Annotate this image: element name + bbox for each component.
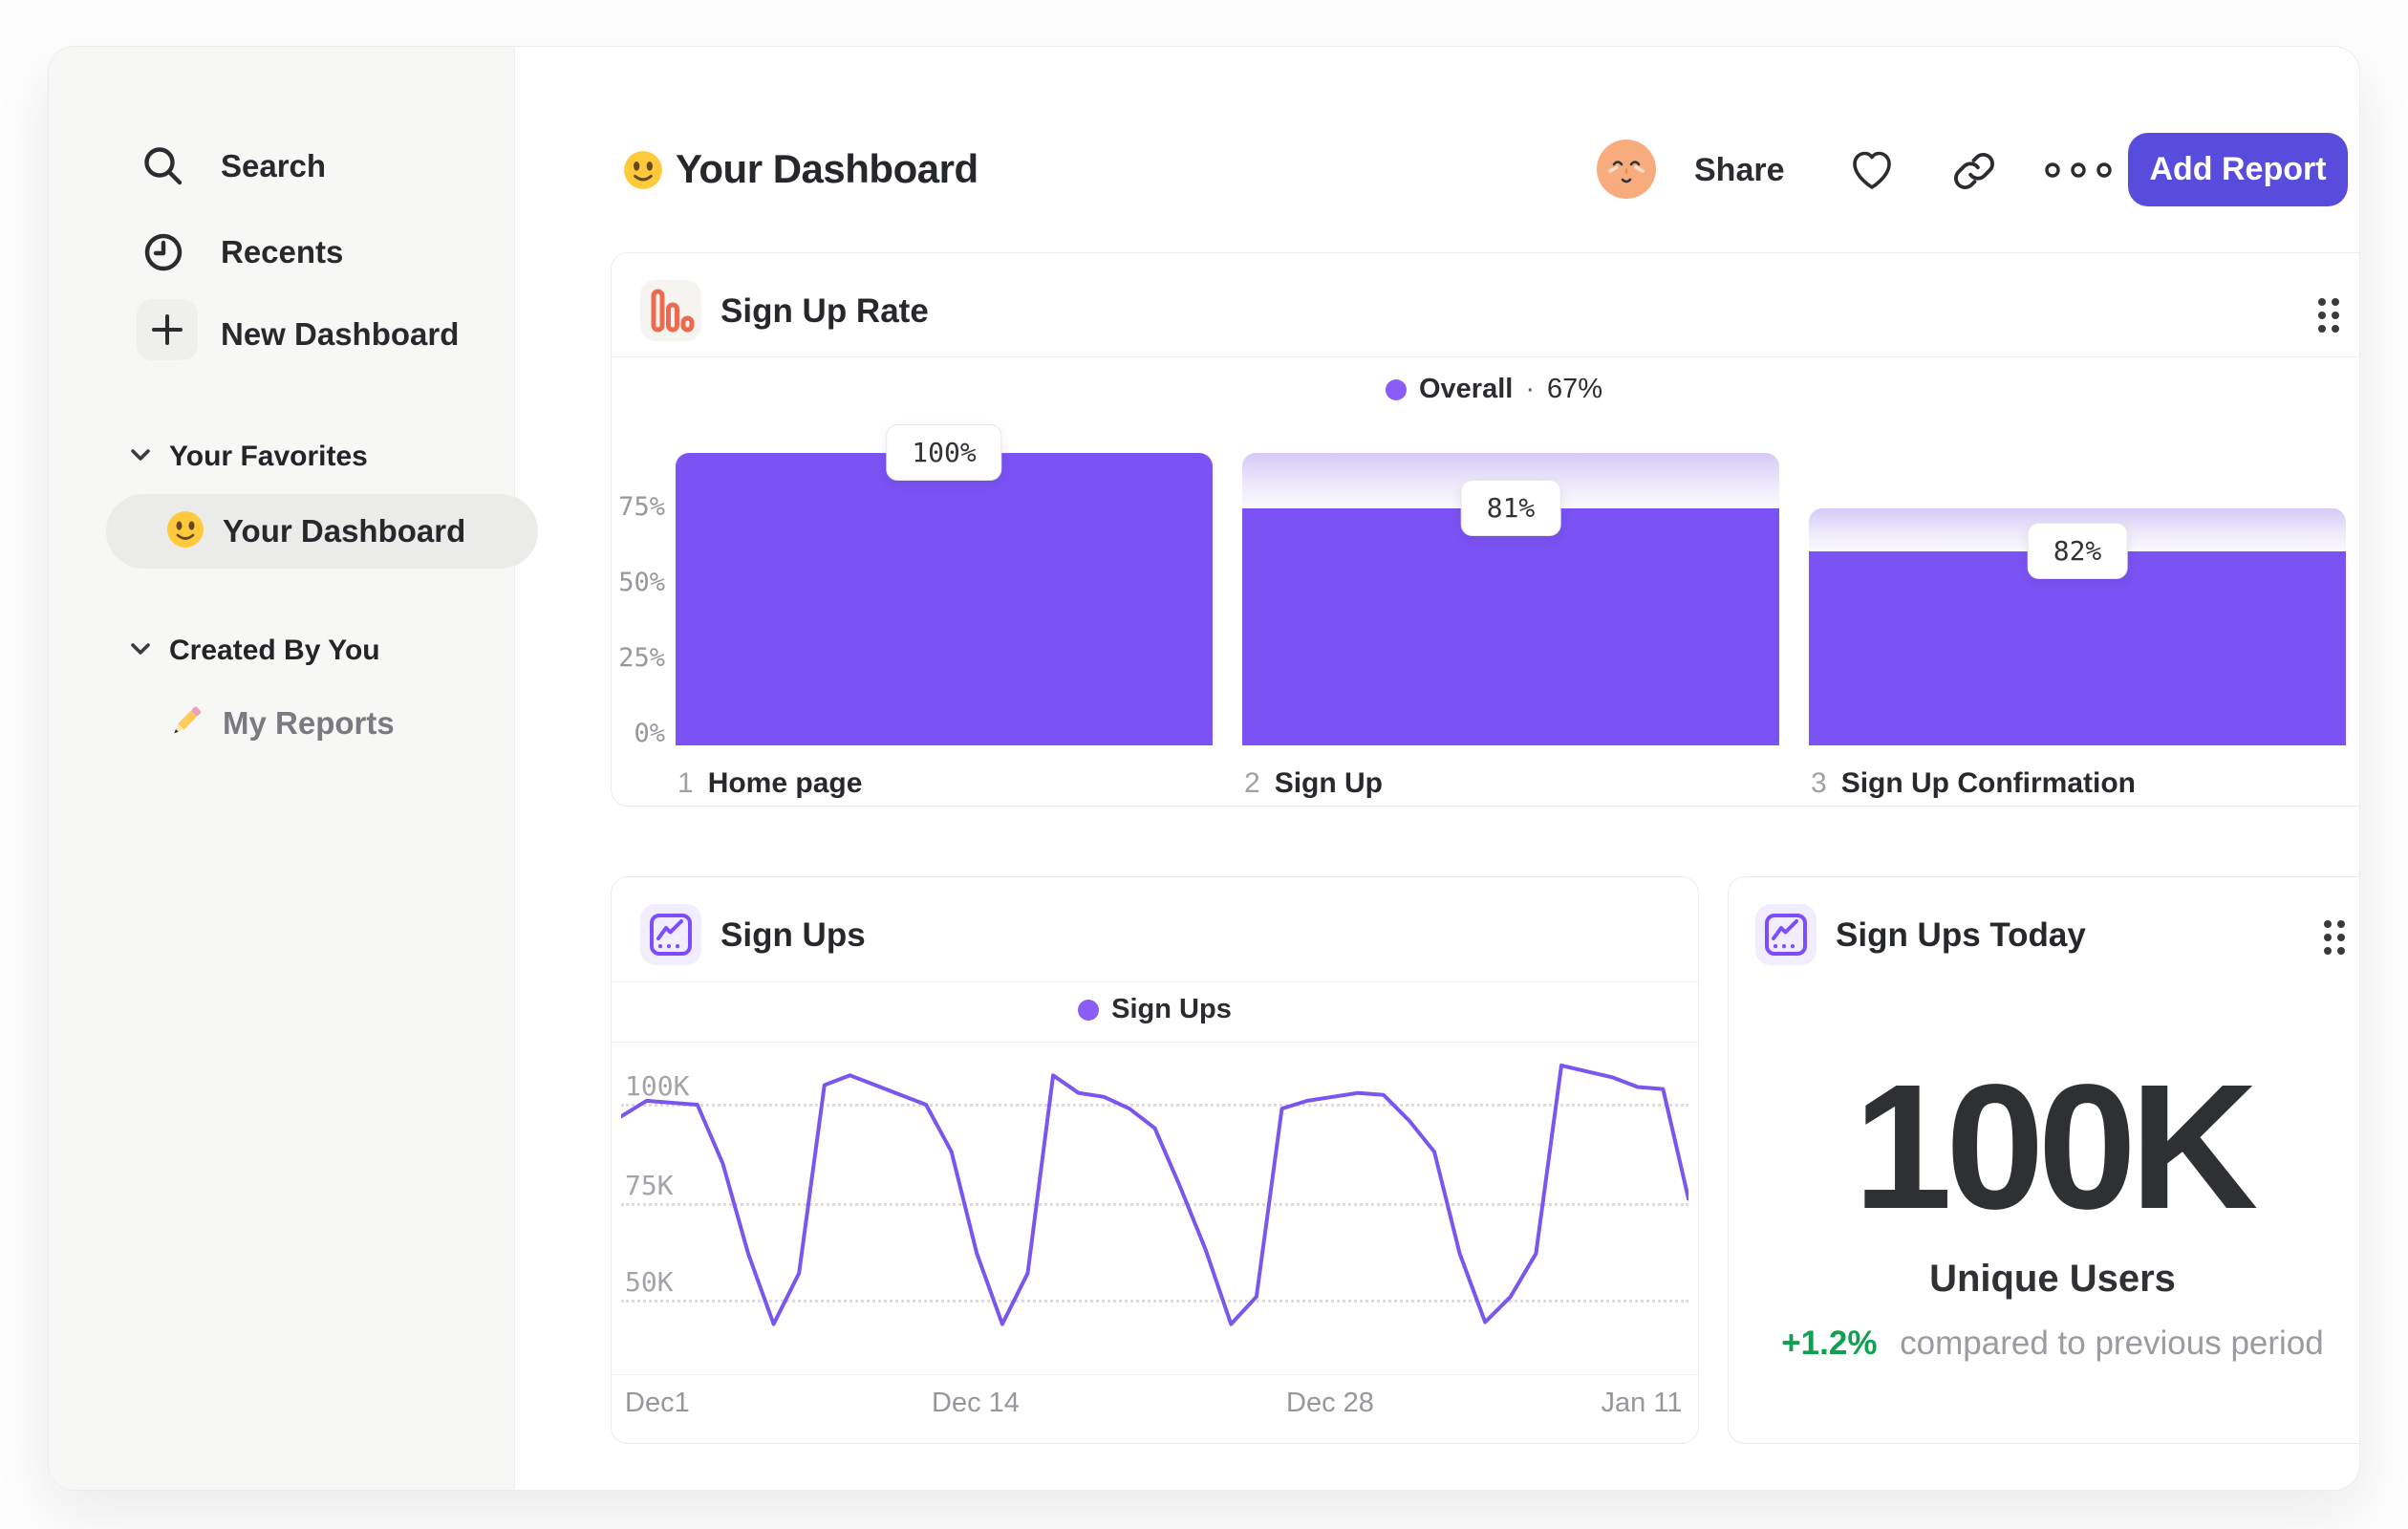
y-axis-tick: 0% [634, 719, 665, 748]
funnel-bar-home-page[interactable] [676, 453, 1213, 745]
funnel-legend[interactable]: Overall · 67% [612, 374, 2359, 405]
legend-value: 67% [1546, 374, 1603, 404]
signup-rate-card: Sign Up Rate Overall · 67% 75% 50% 25% 0… [611, 252, 2359, 807]
signups-card: Sign Ups Sign Ups 100K 75K 50K Dec1 Dec … [611, 876, 1699, 1444]
chevron-down-icon [129, 447, 152, 467]
sidebar-item-my-reports[interactable]: My Reports [165, 699, 395, 748]
y-axis-tick: 25% [618, 643, 665, 673]
new-dashboard-plus-icon[interactable] [137, 299, 198, 360]
drag-handle-icon[interactable] [2315, 295, 2342, 340]
legend-label: Overall [1418, 374, 1514, 404]
card-title: Sign Ups Today [1836, 916, 2086, 954]
value-chip: 81% [1460, 480, 1561, 537]
delta-note: compared to previous period [1900, 1324, 2324, 1362]
signups-legend[interactable]: Sign Ups [612, 994, 1698, 1025]
legend-separator: · [1525, 374, 1535, 404]
sidebar: Search Recents New Dashboard Your Favori… [49, 47, 538, 1490]
signups-today-card: Sign Ups Today 100K Unique Users +1.2% c… [1728, 876, 2359, 1444]
card-title: Sign Up Rate [720, 292, 929, 330]
section-title: Your Favorites [169, 441, 368, 472]
add-report-button[interactable]: Add Report [2128, 133, 2348, 206]
section-created-by-you[interactable]: Created By You [129, 635, 380, 667]
sidebar-item-recents[interactable]: Recents [221, 234, 343, 270]
dashboard-app: Search Recents New Dashboard Your Favori… [0, 0, 2408, 1529]
value-chip: 100% [886, 424, 1002, 481]
drag-handle-icon[interactable] [2321, 917, 2348, 962]
app-window: Search Recents New Dashboard Your Favori… [48, 46, 2360, 1491]
recents-clock-icon[interactable] [139, 227, 188, 282]
step-number: 3 [1811, 767, 1827, 799]
page-title-smiley-emoji [622, 149, 664, 196]
legend-dot [1385, 378, 1407, 400]
y-axis-tick: 75% [618, 492, 665, 522]
copy-link-icon[interactable] [1952, 149, 1996, 198]
step-name: Sign Up Confirmation [1840, 767, 2136, 799]
step-name: Home page [707, 767, 863, 799]
kpi-value: 100K [1853, 1048, 2259, 1246]
favorite-heart-icon[interactable] [1849, 147, 1895, 198]
kpi-delta-row: +1.2% compared to previous period [1729, 1324, 2359, 1363]
sidebar-item-new-dashboard[interactable]: New Dashboard [221, 316, 459, 353]
kpi-subtitle: Unique Users [1929, 1258, 2176, 1300]
step-name: Sign Up [1274, 767, 1384, 799]
smiley-emoji-icon [165, 509, 205, 554]
funnel-bar-fill [1809, 550, 2346, 745]
step-label-home-page: 1 Home page [677, 767, 862, 800]
step-label-sign-up-confirmation: 3 Sign Up Confirmation [1811, 767, 2136, 800]
y-axis-tick: 50% [618, 568, 665, 597]
signups-line-chart[interactable] [621, 1042, 1688, 1374]
legend-dot [1078, 999, 1100, 1021]
chevron-down-icon [129, 641, 152, 661]
bar-chart-icon [640, 280, 701, 341]
sidebar-item-search[interactable]: Search [221, 148, 326, 184]
funnel-bar-fill [676, 453, 1213, 745]
legend-label: Sign Ups [1111, 994, 1232, 1024]
x-axis-tick: Dec 14 [932, 1388, 1020, 1418]
page-title: Your Dashboard [676, 146, 978, 191]
pencil-emoji-icon [165, 701, 205, 746]
sidebar-item-label: Your Dashboard [223, 513, 466, 549]
divider [612, 356, 2359, 357]
value-chip: 82% [2027, 522, 2128, 579]
more-options-icon[interactable] [2042, 160, 2115, 185]
card-title: Sign Ups [720, 916, 866, 954]
user-avatar[interactable] [1597, 140, 1656, 199]
divider [612, 981, 1698, 982]
signups-line [621, 1064, 1688, 1326]
delta-value: +1.2% [1781, 1324, 1878, 1362]
sidebar-item-your-dashboard-selected[interactable]: Your Dashboard [106, 494, 538, 569]
x-axis-tick: Dec 28 [1286, 1388, 1374, 1418]
line-chart-icon [640, 904, 701, 965]
step-number: 2 [1244, 767, 1260, 799]
section-your-favorites[interactable]: Your Favorites [129, 441, 368, 473]
search-icon[interactable] [139, 141, 188, 196]
section-title: Created By You [169, 635, 380, 666]
x-axis-tick: Jan 11 [1601, 1388, 1683, 1418]
line-chart-icon [1755, 904, 1817, 965]
x-axis-tick: Dec1 [625, 1388, 690, 1418]
share-button[interactable]: Share [1694, 152, 1785, 189]
funnel-bar-fill [1242, 508, 1779, 745]
divider [612, 1374, 1698, 1375]
sidebar-item-label: My Reports [223, 705, 395, 741]
step-label-sign-up: 2 Sign Up [1244, 767, 1383, 800]
step-number: 1 [677, 767, 694, 799]
